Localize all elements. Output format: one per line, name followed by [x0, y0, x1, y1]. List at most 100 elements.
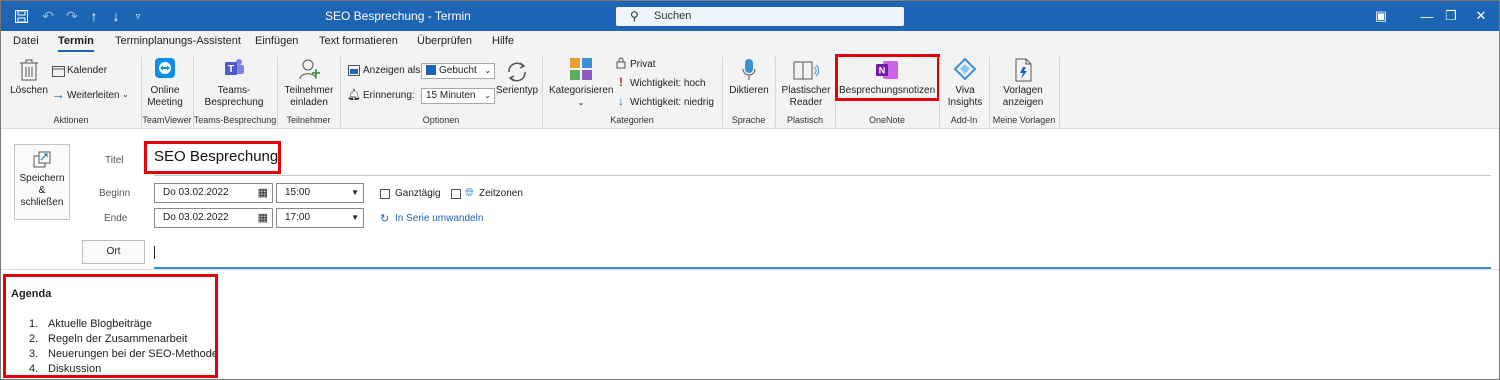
online-meeting-button[interactable]: Online Meeting	[144, 85, 186, 109]
tab-terminplanungs-assistent[interactable]: Terminplanungs-Assistent	[115, 35, 241, 47]
chevron-down-icon: ⌄	[484, 66, 491, 75]
recurrence-button[interactable]: Serientyp	[495, 85, 539, 97]
start-time-field[interactable]: 15:00 ▼	[276, 183, 364, 203]
start-date-value: Do 03.02.2022	[163, 187, 229, 198]
title-underline	[154, 175, 1491, 176]
invite-label-2: einladen	[290, 97, 328, 108]
templates-icon	[1013, 57, 1035, 83]
calendar-picker-icon[interactable]: ▦	[258, 209, 268, 227]
tab-text-formatieren[interactable]: Text formatieren	[319, 35, 398, 47]
title-bar: ↶ ↷ ↑ ↓ ▿ SEO Besprechung - Termin ⚲ Suc…	[1, 1, 1499, 31]
customize-toolbar-icon[interactable]: ▿	[131, 1, 145, 31]
redo-icon[interactable]: ↷	[63, 1, 81, 31]
title-label: Titel	[105, 155, 124, 166]
teams-icon: T	[222, 57, 246, 79]
viva-label-2: Insights	[947, 97, 983, 108]
tab-hilfe[interactable]: Hilfe	[492, 35, 514, 47]
globe-icon: 🌐︎	[465, 187, 474, 199]
chevron-down-icon[interactable]: ▼	[351, 209, 359, 227]
viva-insights-icon	[953, 57, 977, 81]
importance-high-icon: !	[619, 75, 623, 89]
group-teams-besprechung: Teams-Besprechung	[193, 115, 277, 125]
delete-icon[interactable]	[17, 57, 41, 83]
close-button[interactable]: ✕	[1461, 1, 1499, 31]
undo-icon[interactable]: ↶	[39, 1, 57, 31]
viva-insights-button[interactable]: Viva Insights	[941, 85, 989, 109]
teams-meeting-button[interactable]: Teams- Besprechung	[201, 85, 267, 109]
calendar-button[interactable]: Kalender	[67, 65, 107, 77]
chevron-down-icon[interactable]: ▼	[351, 184, 359, 202]
private-button[interactable]: Privat	[630, 59, 656, 71]
arrow-up-icon[interactable]: ↑	[85, 1, 103, 31]
reminder-label: Erinnerung:	[363, 90, 415, 101]
chevron-down-icon: ⌄	[484, 91, 491, 100]
reminder-select[interactable]: 15 Minuten ⌄	[421, 88, 495, 104]
svg-text:T: T	[228, 64, 234, 75]
immersive-reader-icon	[792, 57, 820, 83]
show-as-value: Gebucht	[439, 65, 477, 76]
group-add-in: Add-In	[950, 115, 978, 125]
end-date-field[interactable]: Do 03.02.2022 ▦	[154, 208, 273, 228]
teams-meeting-label-2: Besprechung	[204, 97, 264, 108]
calendar-picker-icon[interactable]: ▦	[258, 184, 268, 202]
search-icon: ⚲	[630, 9, 639, 23]
group-optionen: Optionen	[422, 115, 460, 125]
save-close-button[interactable]: Speichern & schließen	[14, 144, 70, 220]
forward-dropdown-icon[interactable]: ⌄	[122, 89, 129, 101]
tab-einfuegen[interactable]: Einfügen	[255, 35, 298, 47]
start-label: Beginn	[99, 188, 131, 199]
highlight-box-title	[144, 141, 281, 174]
appointment-body[interactable]: Agenda 1. Aktuelle Blogbeiträge 2. Regeln …	[1, 269, 1499, 379]
save-icon[interactable]	[11, 1, 31, 31]
outlook-appointment-window: ↶ ↷ ↑ ↓ ▿ SEO Besprechung - Termin ⚲ Suc…	[0, 0, 1500, 380]
make-recurring-link[interactable]: In Serie umwandeln	[395, 213, 483, 224]
tab-ueberpruefen[interactable]: Überprüfen	[417, 35, 472, 47]
group-teamviewer: TeamViewer	[142, 115, 192, 125]
search-placeholder: Suchen	[654, 10, 692, 22]
teams-meeting-label-1: Teams-	[217, 85, 251, 96]
categorize-icon	[569, 57, 593, 81]
importance-low-button[interactable]: Wichtigkeit: niedrig	[630, 97, 714, 109]
reader-label-2: Reader	[789, 97, 823, 108]
calendar-icon	[51, 65, 65, 77]
delete-button[interactable]: Löschen	[7, 85, 51, 97]
end-time-field[interactable]: 17:00 ▼	[276, 208, 364, 228]
bell-icon: 🔔︎	[347, 88, 361, 101]
immersive-reader-button[interactable]: Plastischer Reader	[777, 85, 835, 109]
group-teilnehmer: Teilnehmer	[286, 115, 331, 125]
dictate-button[interactable]: Diktieren	[725, 85, 773, 97]
time-zones-checkbox[interactable]	[451, 189, 461, 199]
tab-datei[interactable]: Datei	[13, 35, 39, 47]
categorize-button[interactable]: Kategorisieren	[549, 85, 613, 97]
save-close-label-2: &	[38, 185, 46, 196]
location-button[interactable]: Ort	[82, 240, 145, 264]
group-plastisch: Plastisch	[786, 115, 823, 125]
start-date-field[interactable]: Do 03.02.2022 ▦	[154, 183, 273, 203]
view-templates-button[interactable]: Vorlagen anzeigen	[991, 85, 1055, 109]
invite-attendees-button[interactable]: Teilnehmer einladen	[281, 85, 337, 109]
importance-high-button[interactable]: Wichtigkeit: hoch	[630, 78, 706, 90]
teamviewer-icon	[154, 57, 176, 79]
show-as-select[interactable]: Gebucht ⌄	[421, 63, 495, 79]
show-as-icon	[348, 64, 360, 76]
appointment-form: Speichern & schließen Titel SEO Besprech…	[1, 130, 1499, 270]
end-label: Ende	[104, 213, 128, 224]
ribbon-display-icon[interactable]: ▣	[1361, 1, 1401, 31]
window-title: SEO Besprechung - Termin	[325, 9, 471, 23]
online-meeting-label-2: Meeting	[147, 97, 183, 108]
ribbon: Löschen Kalender → Weiterleiten ⌄ Aktion…	[1, 53, 1499, 129]
end-time-value: 17:00	[285, 212, 311, 223]
forward-button[interactable]: Weiterleiten	[67, 90, 120, 102]
all-day-checkbox[interactable]	[380, 189, 390, 199]
time-zones-label: Zeitzonen	[479, 188, 523, 199]
arrow-down-icon[interactable]: ↓	[107, 1, 125, 31]
recurrence-link-icon: ↻	[380, 213, 390, 225]
tab-termin[interactable]: Termin	[58, 35, 94, 52]
microphone-icon	[739, 57, 759, 83]
categorize-dropdown-icon[interactable]: ⌄	[575, 97, 587, 109]
show-as-label: Anzeigen als:	[363, 65, 424, 76]
lock-icon	[616, 57, 626, 69]
search-input[interactable]: ⚲ Suchen	[616, 7, 904, 26]
invite-attendees-icon	[298, 57, 322, 81]
templates-label-1: Vorlagen	[1003, 85, 1043, 96]
